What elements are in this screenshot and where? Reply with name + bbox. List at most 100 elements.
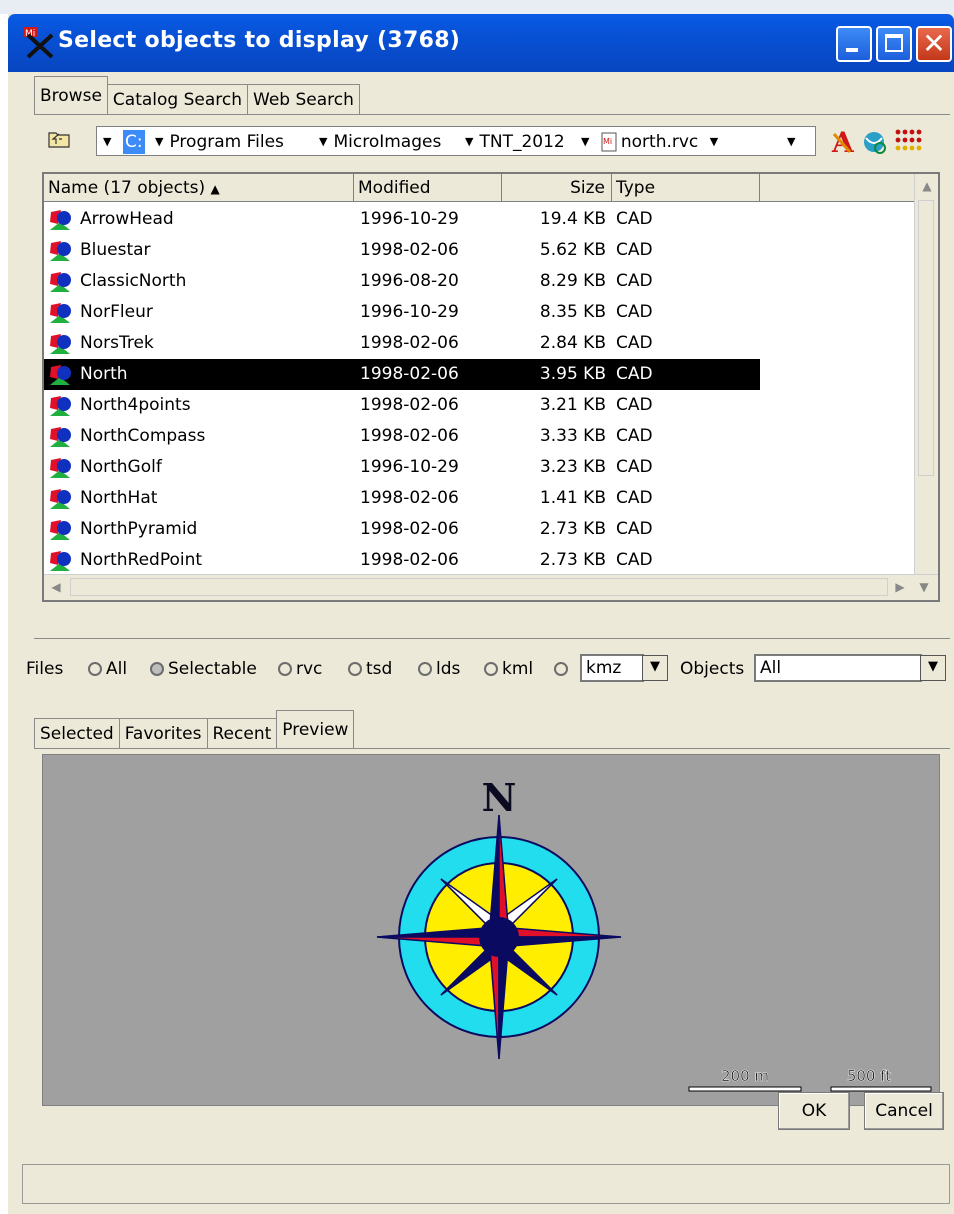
file-type: CAD [616,519,653,539]
file-size: 3.23 KB [539,457,606,477]
file-modified: 1996-10-29 [360,457,459,477]
file-modified: 1998-02-06 [360,550,459,570]
table-row[interactable]: ArrowHead 1996-10-29 19.4 KB CAD [44,204,760,235]
file-name: NorthGolf [80,457,162,477]
minimize-button[interactable] [836,26,872,62]
horizontal-scrollbar[interactable]: ◀ ▶ ▼ [44,574,938,600]
scroll-left-icon[interactable]: ◀ [46,577,66,597]
cad-object-icon [50,241,71,261]
filter-lds-label: lds [436,659,461,679]
table-row[interactable]: ClassicNorth 1996-08-20 8.29 KB CAD [44,266,760,297]
path-segment[interactable]: ▼ TNT_2012 [465,130,565,154]
path-segment[interactable]: ▼ Program Files [155,130,284,154]
tab-recent[interactable]: Recent [206,718,278,748]
tab-browse[interactable]: Browse [34,76,108,114]
table-row[interactable]: NorthRedPoint 1998-02-06 2.73 KB CAD [44,545,760,576]
column-header-size[interactable]: Size [502,174,612,202]
filter-format-radio[interactable] [554,654,572,684]
path-segment[interactable]: ▼ Mi north.rvc ▼ [581,130,724,154]
browse-tabs: Browse Catalog Search Web Search [34,76,360,114]
format-select-dropdown-button[interactable]: ▼ [642,655,668,681]
table-row[interactable]: NorthGolf 1996-10-29 3.23 KB CAD [44,452,760,483]
tab-preview[interactable]: Preview [276,710,355,748]
table-row[interactable]: North 1998-02-06 3.95 KB CAD [44,359,760,390]
file-type: CAD [616,457,653,477]
tab-catalog-search[interactable]: Catalog Search [106,84,248,114]
table-row[interactable]: NorthPyramid 1998-02-06 2.73 KB CAD [44,514,760,545]
tab-favorites[interactable]: Favorites [118,718,208,748]
filter-kml-radio[interactable]: kml [484,654,533,684]
svg-text:Mi: Mi [603,137,612,146]
table-row[interactable]: NorFleur 1996-10-29 8.35 KB CAD [44,297,760,328]
ok-button[interactable]: OK [778,1092,850,1130]
cad-object-icon [50,396,71,416]
scroll-right-icon[interactable]: ▶ [890,577,910,597]
vertical-scrollbar[interactable]: ▲ [914,174,938,574]
format-select-value: kmz [586,658,622,678]
radio-icon [88,662,102,676]
close-button[interactable]: ✕ [916,26,952,62]
path-segment-label: Program Files [169,132,284,152]
path-segment-label: north.rvc [620,132,699,152]
tab-selected[interactable]: Selected [34,718,120,748]
browse-panel-bottom-border [34,638,950,639]
files-filter-bar: Files All Selectable rvc tsd lds kml kmz… [26,654,946,684]
tab-web-search[interactable]: Web Search [247,84,360,114]
filter-rvc-radio[interactable]: rvc [278,654,322,684]
cad-object-icon [50,489,71,509]
file-type: CAD [616,364,653,384]
title-bar[interactable]: Mi Select objects to display (3768) ✕ [8,14,954,72]
folder-up-icon[interactable] [48,130,70,148]
maximize-button[interactable] [876,26,912,62]
path-breadcrumb[interactable]: ▼ C: ▼ Program Files ▼ MicroImages ▼ TNT_20… [96,126,816,156]
filter-all-radio[interactable]: All [88,654,127,684]
scrollbar-thumb[interactable] [918,200,934,476]
font-tool-icon[interactable]: A [831,126,855,159]
path-segment[interactable]: ▼ MicroImages [319,130,441,154]
cancel-button[interactable]: Cancel [864,1092,944,1130]
rvc-file-icon: Mi [601,132,617,152]
column-header-name[interactable]: Name (17 objects) ▲ [44,174,354,202]
filter-lds-radio[interactable]: lds [418,654,460,684]
table-row[interactable]: NorthCompass 1998-02-06 3.33 KB CAD [44,421,760,452]
filter-selectable-label: Selectable [168,659,257,679]
cad-object-icon [50,520,71,540]
scroll-down-icon[interactable]: ▼ [914,577,934,597]
close-icon: ✕ [922,27,946,60]
radio-checked-icon [150,662,164,676]
file-type: CAD [616,426,653,446]
window-title: Select objects to display (3768) [58,28,461,53]
objects-select-dropdown-button[interactable]: ▼ [920,655,946,681]
file-type: CAD [616,395,653,415]
objects-select[interactable]: All [754,654,922,682]
column-header-type[interactable]: Type [612,174,760,202]
filter-selectable-radio[interactable]: Selectable [150,654,257,684]
chevron-down-icon: ▼ [787,135,796,148]
grid-dots-icon[interactable] [895,129,922,151]
table-row[interactable]: NorsTrek 1998-02-06 2.84 KB CAD [44,328,760,359]
file-list[interactable]: Name (17 objects) ▲ Modified Size Type A… [42,172,940,602]
chevron-down-icon: ▼ [155,135,164,148]
globe-search-icon[interactable] [864,132,886,154]
file-name: NorsTrek [80,333,154,353]
column-header-modified[interactable]: Modified [354,174,502,202]
file-name: NorFleur [80,302,153,322]
file-size: 19.4 KB [539,209,606,229]
table-row[interactable]: Bluestar 1998-02-06 5.62 KB CAD [44,235,760,266]
path-dropdown-button[interactable]: ▼ [787,130,801,154]
preview-canvas[interactable]: N 200 m 500 ft [42,754,940,1106]
filter-all-label: All [106,659,128,679]
filter-tsd-radio[interactable]: tsd [348,654,392,684]
format-select[interactable]: kmz [580,654,644,682]
path-drive[interactable]: C: [123,130,145,154]
table-row[interactable]: NorthHat 1998-02-06 1.41 KB CAD [44,483,760,514]
scroll-up-icon[interactable]: ▲ [915,174,938,198]
horizontal-scrollbar-thumb[interactable] [70,578,888,596]
file-modified: 1998-02-06 [360,426,459,446]
table-row[interactable]: North4points 1998-02-06 3.21 KB CAD [44,390,760,421]
path-root-arrow[interactable]: ▼ [103,130,117,154]
file-modified: 1998-02-06 [360,364,459,384]
file-modified: 1998-02-06 [360,519,459,539]
radio-icon [418,662,432,676]
north-letter: N [482,775,517,820]
